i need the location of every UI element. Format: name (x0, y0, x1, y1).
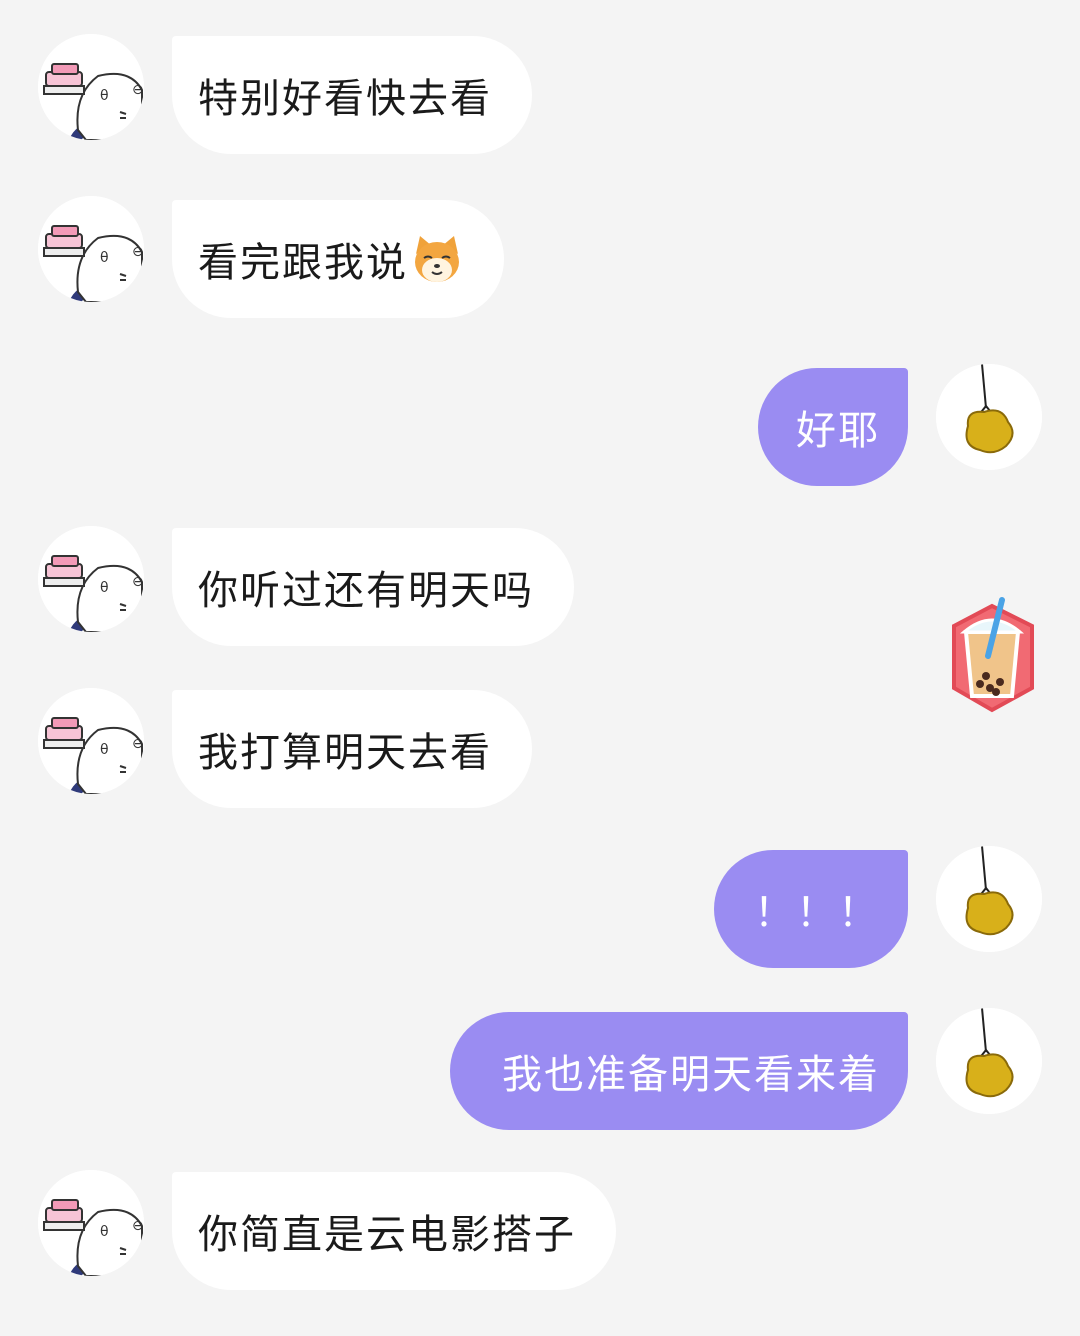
message-bubble[interactable]: 你简直是云电影搭子 (172, 1172, 616, 1290)
cartoon-face-icon: θ ⊖ (38, 526, 144, 632)
contact-avatar[interactable]: θ ⊖ (38, 526, 144, 632)
self-avatar[interactable] (936, 846, 1042, 952)
message-bubble[interactable]: ！！！ (714, 850, 908, 968)
contact-avatar[interactable]: θ ⊖ (38, 34, 144, 140)
message-bubble[interactable]: 特别好看快去看 (172, 36, 532, 154)
shiba-dog-emoji-icon (415, 236, 459, 282)
svg-text:θ: θ (100, 88, 109, 104)
svg-text:⊖: ⊖ (132, 82, 144, 98)
message-text: 我打算明天去看 (198, 730, 492, 776)
cartoon-face-icon: θ ⊖ (38, 34, 144, 140)
self-avatar[interactable] (936, 1008, 1042, 1114)
message-bubble[interactable]: 我打算明天去看 (172, 690, 532, 808)
message-text: 好耶 (796, 408, 880, 454)
svg-text:⊖: ⊖ (132, 1218, 144, 1234)
svg-text:⊖: ⊖ (132, 244, 144, 260)
message-text: ！！！ (754, 890, 880, 936)
hanging-nugget-icon (936, 1008, 1042, 1114)
cartoon-face-icon: θ ⊖ (38, 1170, 144, 1276)
message-bubble[interactable]: 你听过还有明天吗 (172, 528, 574, 646)
cartoon-face-icon: θ ⊖ (38, 688, 144, 794)
bubble-tea-sticker-icon[interactable] (936, 596, 1048, 720)
cartoon-face-icon: θ ⊖ (38, 196, 144, 302)
svg-text:θ: θ (100, 1224, 109, 1240)
contact-avatar[interactable]: θ ⊖ (38, 1170, 144, 1276)
svg-text:⊖: ⊖ (132, 574, 144, 590)
message-text: 你听过还有明天吗 (198, 568, 534, 614)
svg-text:θ: θ (100, 742, 109, 758)
contact-avatar[interactable]: θ ⊖ (38, 688, 144, 794)
message-text: 看完跟我说 (198, 240, 408, 286)
svg-text:⊖: ⊖ (132, 736, 144, 752)
contact-avatar[interactable]: θ ⊖ (38, 196, 144, 302)
hanging-nugget-icon (936, 846, 1042, 952)
message-text: 你简直是云电影搭子 (198, 1212, 576, 1258)
message-bubble[interactable]: 好耶 (758, 368, 908, 486)
message-text: 我也准备明天看来着 (502, 1052, 880, 1098)
svg-text:θ: θ (100, 580, 109, 596)
self-avatar[interactable] (936, 364, 1042, 470)
message-bubble[interactable]: 看完跟我说 (172, 200, 504, 318)
message-text: 特别好看快去看 (198, 76, 492, 122)
svg-text:θ: θ (100, 250, 109, 266)
message-bubble[interactable]: 我也准备明天看来着 (450, 1012, 908, 1130)
hanging-nugget-icon (936, 364, 1042, 470)
